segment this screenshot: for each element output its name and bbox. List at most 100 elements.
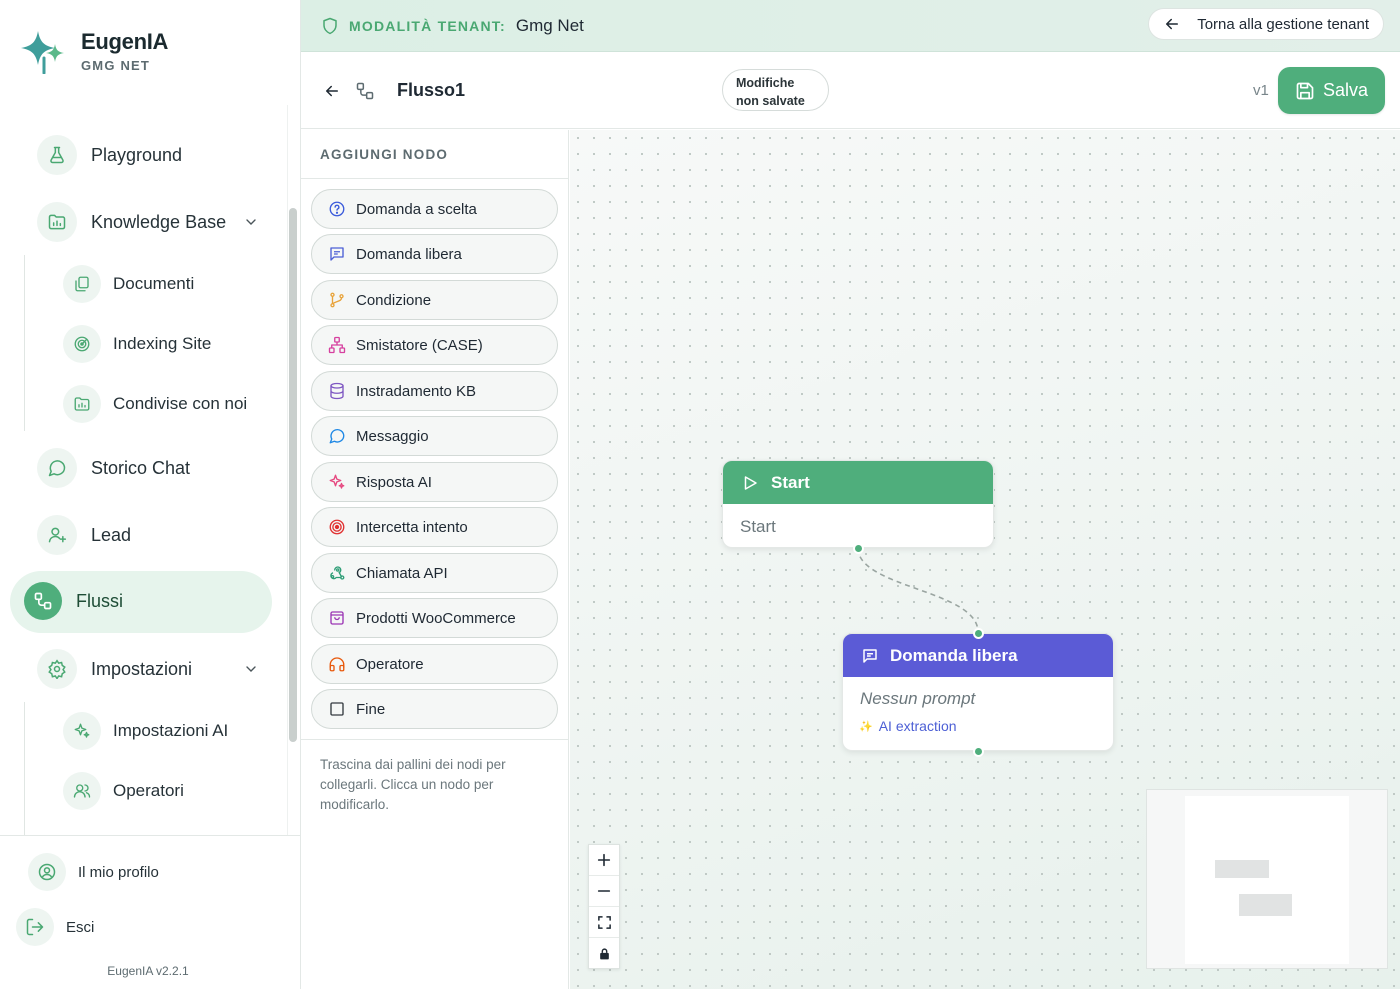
chevron-down-icon[interactable] xyxy=(243,661,259,677)
sidebar-item-knowledge-base[interactable]: Knowledge Base xyxy=(37,202,257,242)
sidebar-item-playground[interactable]: Playground xyxy=(37,135,257,175)
edge-start-to-domanda[interactable] xyxy=(857,547,979,633)
tenant-mode-banner: MODALITÀ TENANT: Gmg Net Torna alla gest… xyxy=(301,0,1400,52)
fit-view-icon xyxy=(597,915,611,929)
minimap-node-domanda xyxy=(1239,894,1292,916)
sidebar-item-condivise[interactable]: Condivise con noi xyxy=(63,385,273,423)
palette-item-risposta-ai[interactable]: Risposta AI xyxy=(311,462,558,502)
webhook-icon xyxy=(327,563,347,583)
sidebar-item-storico-chat[interactable]: Storico Chat xyxy=(37,448,257,488)
node-domanda-prompt: Nessun prompt xyxy=(860,689,976,708)
shield-icon xyxy=(323,17,337,34)
node-domanda-header: Domanda libera xyxy=(843,634,1113,677)
palette-item-chiamata-api[interactable]: Chiamata API xyxy=(311,553,558,593)
node-domanda-output-handle[interactable] xyxy=(973,746,984,757)
node-domanda-libera[interactable]: Domanda libera Nessun prompt ✨ AI extrac… xyxy=(842,628,1114,757)
palette-item-label: Instradamento KB xyxy=(356,382,477,400)
palette-item-domanda-a-scelta[interactable]: Domanda a scelta xyxy=(311,189,558,229)
save-button[interactable]: Salva xyxy=(1278,67,1385,114)
target-icon xyxy=(327,517,347,537)
node-start[interactable]: Start Start xyxy=(722,460,994,554)
palette-item-label: Intercetta intento xyxy=(356,518,468,536)
palette-item-prodotti-woocommerce[interactable]: Prodotti WooCommerce xyxy=(311,598,558,638)
chat-bubble-icon xyxy=(327,426,347,446)
flow-name[interactable]: Flusso1 xyxy=(397,80,465,101)
flow-toolbar: Flusso1 Modifiche non salvate v1 Salva xyxy=(301,53,1400,129)
folder-chart-icon xyxy=(37,202,77,242)
palette-title: AGGIUNGI NODO xyxy=(301,130,568,179)
database-icon xyxy=(327,381,347,401)
logout-label: Esci xyxy=(66,918,95,936)
palette-item-operatore[interactable]: Operatore xyxy=(311,644,558,684)
node-start-header: Start xyxy=(723,461,993,504)
question-circle-icon xyxy=(327,199,347,219)
palette-item-label: Domanda a scelta xyxy=(356,200,477,218)
palette-item-label: Smistatore (CASE) xyxy=(356,336,483,354)
palette-item-label: Domanda libera xyxy=(356,245,462,263)
sidebar-nav: Playground Knowledge Base Documenti Inde… xyxy=(0,105,300,835)
palette-item-condizione[interactable]: Condizione xyxy=(311,280,558,320)
play-icon xyxy=(744,475,757,490)
app-version: EugenIA v2.2.1 xyxy=(107,964,189,978)
palette-item-label: Operatore xyxy=(356,655,424,673)
plus-icon xyxy=(597,853,611,867)
ai-extraction-label: AI extraction xyxy=(878,718,957,734)
git-branch-icon xyxy=(327,290,347,310)
sparkle-icon: ✨ xyxy=(859,720,873,733)
palette-item-instradamento-kb[interactable]: Instradamento KB xyxy=(311,371,558,411)
sidebar-item-lead[interactable]: Lead xyxy=(37,515,257,555)
flow-canvas[interactable]: Start Start Domanda libera Nessun prompt… xyxy=(570,130,1400,989)
user-plus-icon xyxy=(37,515,77,555)
documents-icon xyxy=(63,265,101,303)
chevron-down-icon[interactable] xyxy=(243,214,259,230)
nav-tree-line xyxy=(24,255,25,431)
chat-bubble-icon xyxy=(37,448,77,488)
headphones-icon xyxy=(327,654,347,674)
minimap-node-start xyxy=(1215,860,1269,878)
node-start-body: Start xyxy=(740,517,776,536)
zoom-in-button[interactable] xyxy=(589,845,619,876)
sidebar-item-label: Knowledge Base xyxy=(91,211,227,232)
back-arrow-icon[interactable] xyxy=(323,82,341,100)
node-domanda-ai-tag: ✨ AI extraction xyxy=(843,709,1113,734)
palette-item-intercetta-intento[interactable]: Intercetta intento xyxy=(311,507,558,547)
fit-view-button[interactable] xyxy=(589,907,619,938)
palette-item-domanda-libera[interactable]: Domanda libera xyxy=(311,234,558,274)
minus-icon xyxy=(597,890,611,892)
palette-item-fine[interactable]: Fine xyxy=(311,689,558,729)
node-start-output-handle[interactable] xyxy=(853,543,864,554)
palette-item-messaggio[interactable]: Messaggio xyxy=(311,416,558,456)
sidebar-item-label: Lead xyxy=(91,524,132,545)
network-icon xyxy=(327,335,347,355)
profile-link[interactable]: Il mio profilo xyxy=(28,853,248,891)
flow-editor-app: EugenIA GMG NET Playground Knowledge Bas… xyxy=(0,0,1400,989)
sidebar: EugenIA GMG NET Playground Knowledge Bas… xyxy=(0,0,301,989)
sidebar-item-impostazioni-ai[interactable]: Impostazioni AI xyxy=(63,712,263,750)
back-to-tenant-management-button[interactable]: Torna alla gestione tenant xyxy=(1148,8,1384,40)
zoom-out-button[interactable] xyxy=(589,876,619,907)
palette-item-label: Risposta AI xyxy=(356,473,432,491)
palette-item-smistatore[interactable]: Smistatore (CASE) xyxy=(311,325,558,365)
radar-icon xyxy=(63,325,101,363)
sidebar-item-impostazioni[interactable]: Impostazioni xyxy=(37,649,257,689)
sparkles-icon xyxy=(63,712,101,750)
sidebar-item-flussi[interactable]: Flussi xyxy=(24,582,264,620)
sidebar-item-documenti[interactable]: Documenti xyxy=(63,265,263,303)
sidebar-item-operatori[interactable]: Operatori xyxy=(63,772,263,810)
logout-link[interactable]: Esci xyxy=(16,908,216,946)
arrow-left-icon xyxy=(1166,18,1179,30)
sparkles-icon xyxy=(327,472,347,492)
sidebar-item-label: Condivise con noi xyxy=(113,394,248,413)
minimap[interactable] xyxy=(1146,789,1388,969)
sidebar-item-label: Flussi xyxy=(76,590,124,611)
node-palette: AGGIUNGI NODO Domanda a scelta Domanda l… xyxy=(301,130,569,989)
node-domanda-input-handle[interactable] xyxy=(973,628,984,639)
unsaved-line-2: non salvate xyxy=(736,94,805,108)
palette-item-label: Messaggio xyxy=(356,427,429,445)
flow-icon xyxy=(24,582,62,620)
palette-item-label: Chiamata API xyxy=(356,564,448,582)
lock-button[interactable] xyxy=(589,938,619,969)
sidebar-item-indexing-site[interactable]: Indexing Site xyxy=(63,325,263,363)
canvas-controls xyxy=(588,844,620,969)
sidebar-item-label: Storico Chat xyxy=(91,457,191,478)
